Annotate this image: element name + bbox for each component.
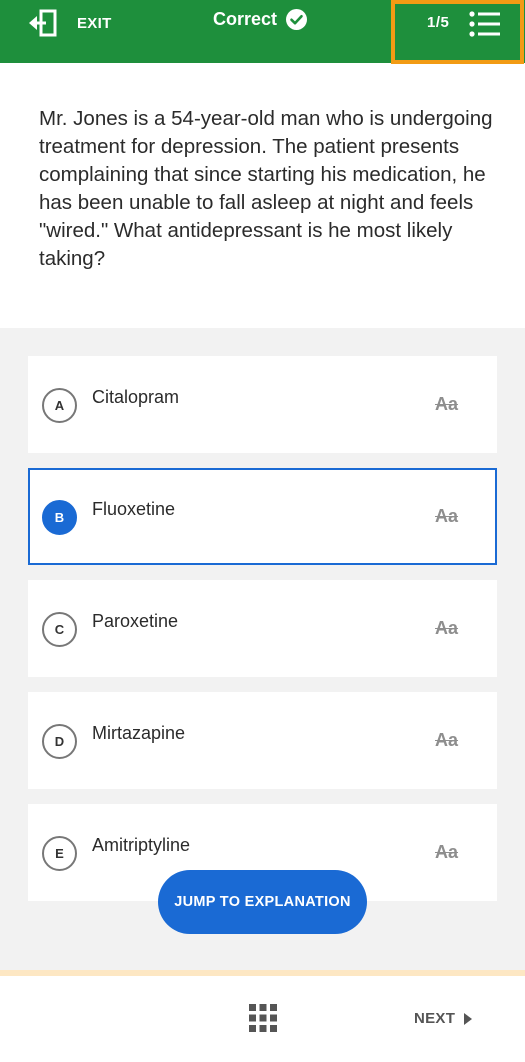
choice-letter: B <box>42 500 77 535</box>
footer-bar: NEXT <box>0 976 525 1062</box>
question-navigator[interactable]: 1/5 <box>391 0 524 64</box>
choice-d[interactable]: D Mirtazapine Aa <box>28 692 497 789</box>
list-icon[interactable] <box>469 10 501 38</box>
exit-button[interactable]: EXIT <box>28 8 112 38</box>
choice-label: Citalopram <box>92 387 180 407</box>
next-button[interactable]: NEXT <box>414 1010 474 1027</box>
caret-right-icon <box>464 1012 473 1025</box>
choice-label: Mirtazapine <box>92 723 186 743</box>
strikethrough-toggle[interactable]: Aa <box>435 842 458 863</box>
question-counter: 1/5 <box>427 14 450 31</box>
strikethrough-toggle[interactable]: Aa <box>435 394 458 415</box>
choice-label: Fluoxetine <box>92 499 176 519</box>
status-indicator: Correct <box>213 9 308 30</box>
choice-c[interactable]: C Paroxetine Aa <box>28 580 497 677</box>
strikethrough-toggle[interactable]: Aa <box>435 618 458 639</box>
jump-to-explanation-button[interactable]: JUMP TO EXPLANATION <box>158 870 367 934</box>
choice-letter: A <box>42 388 77 423</box>
status-label: Correct <box>213 9 278 29</box>
choice-letter: E <box>42 836 77 871</box>
question-text: Mr. Jones is a 54-year-old man who is un… <box>39 107 493 270</box>
choice-a[interactable]: A Citalopram Aa <box>28 356 497 453</box>
choice-label: Amitriptyline <box>92 835 191 855</box>
choice-label: Paroxetine <box>92 611 179 631</box>
choice-letter: C <box>42 612 77 647</box>
strikethrough-toggle[interactable]: Aa <box>435 730 458 751</box>
check-circle-icon <box>286 9 308 30</box>
choice-letter: D <box>42 724 77 759</box>
top-bar: EXIT Correct 1/5 <box>0 0 525 64</box>
exit-label: EXIT <box>77 14 112 32</box>
next-label: NEXT <box>414 1010 456 1027</box>
choice-b[interactable]: B Fluoxetine Aa <box>28 468 497 565</box>
strikethrough-toggle[interactable]: Aa <box>435 506 458 527</box>
exit-icon <box>29 9 57 37</box>
grid-icon[interactable] <box>249 1004 277 1032</box>
